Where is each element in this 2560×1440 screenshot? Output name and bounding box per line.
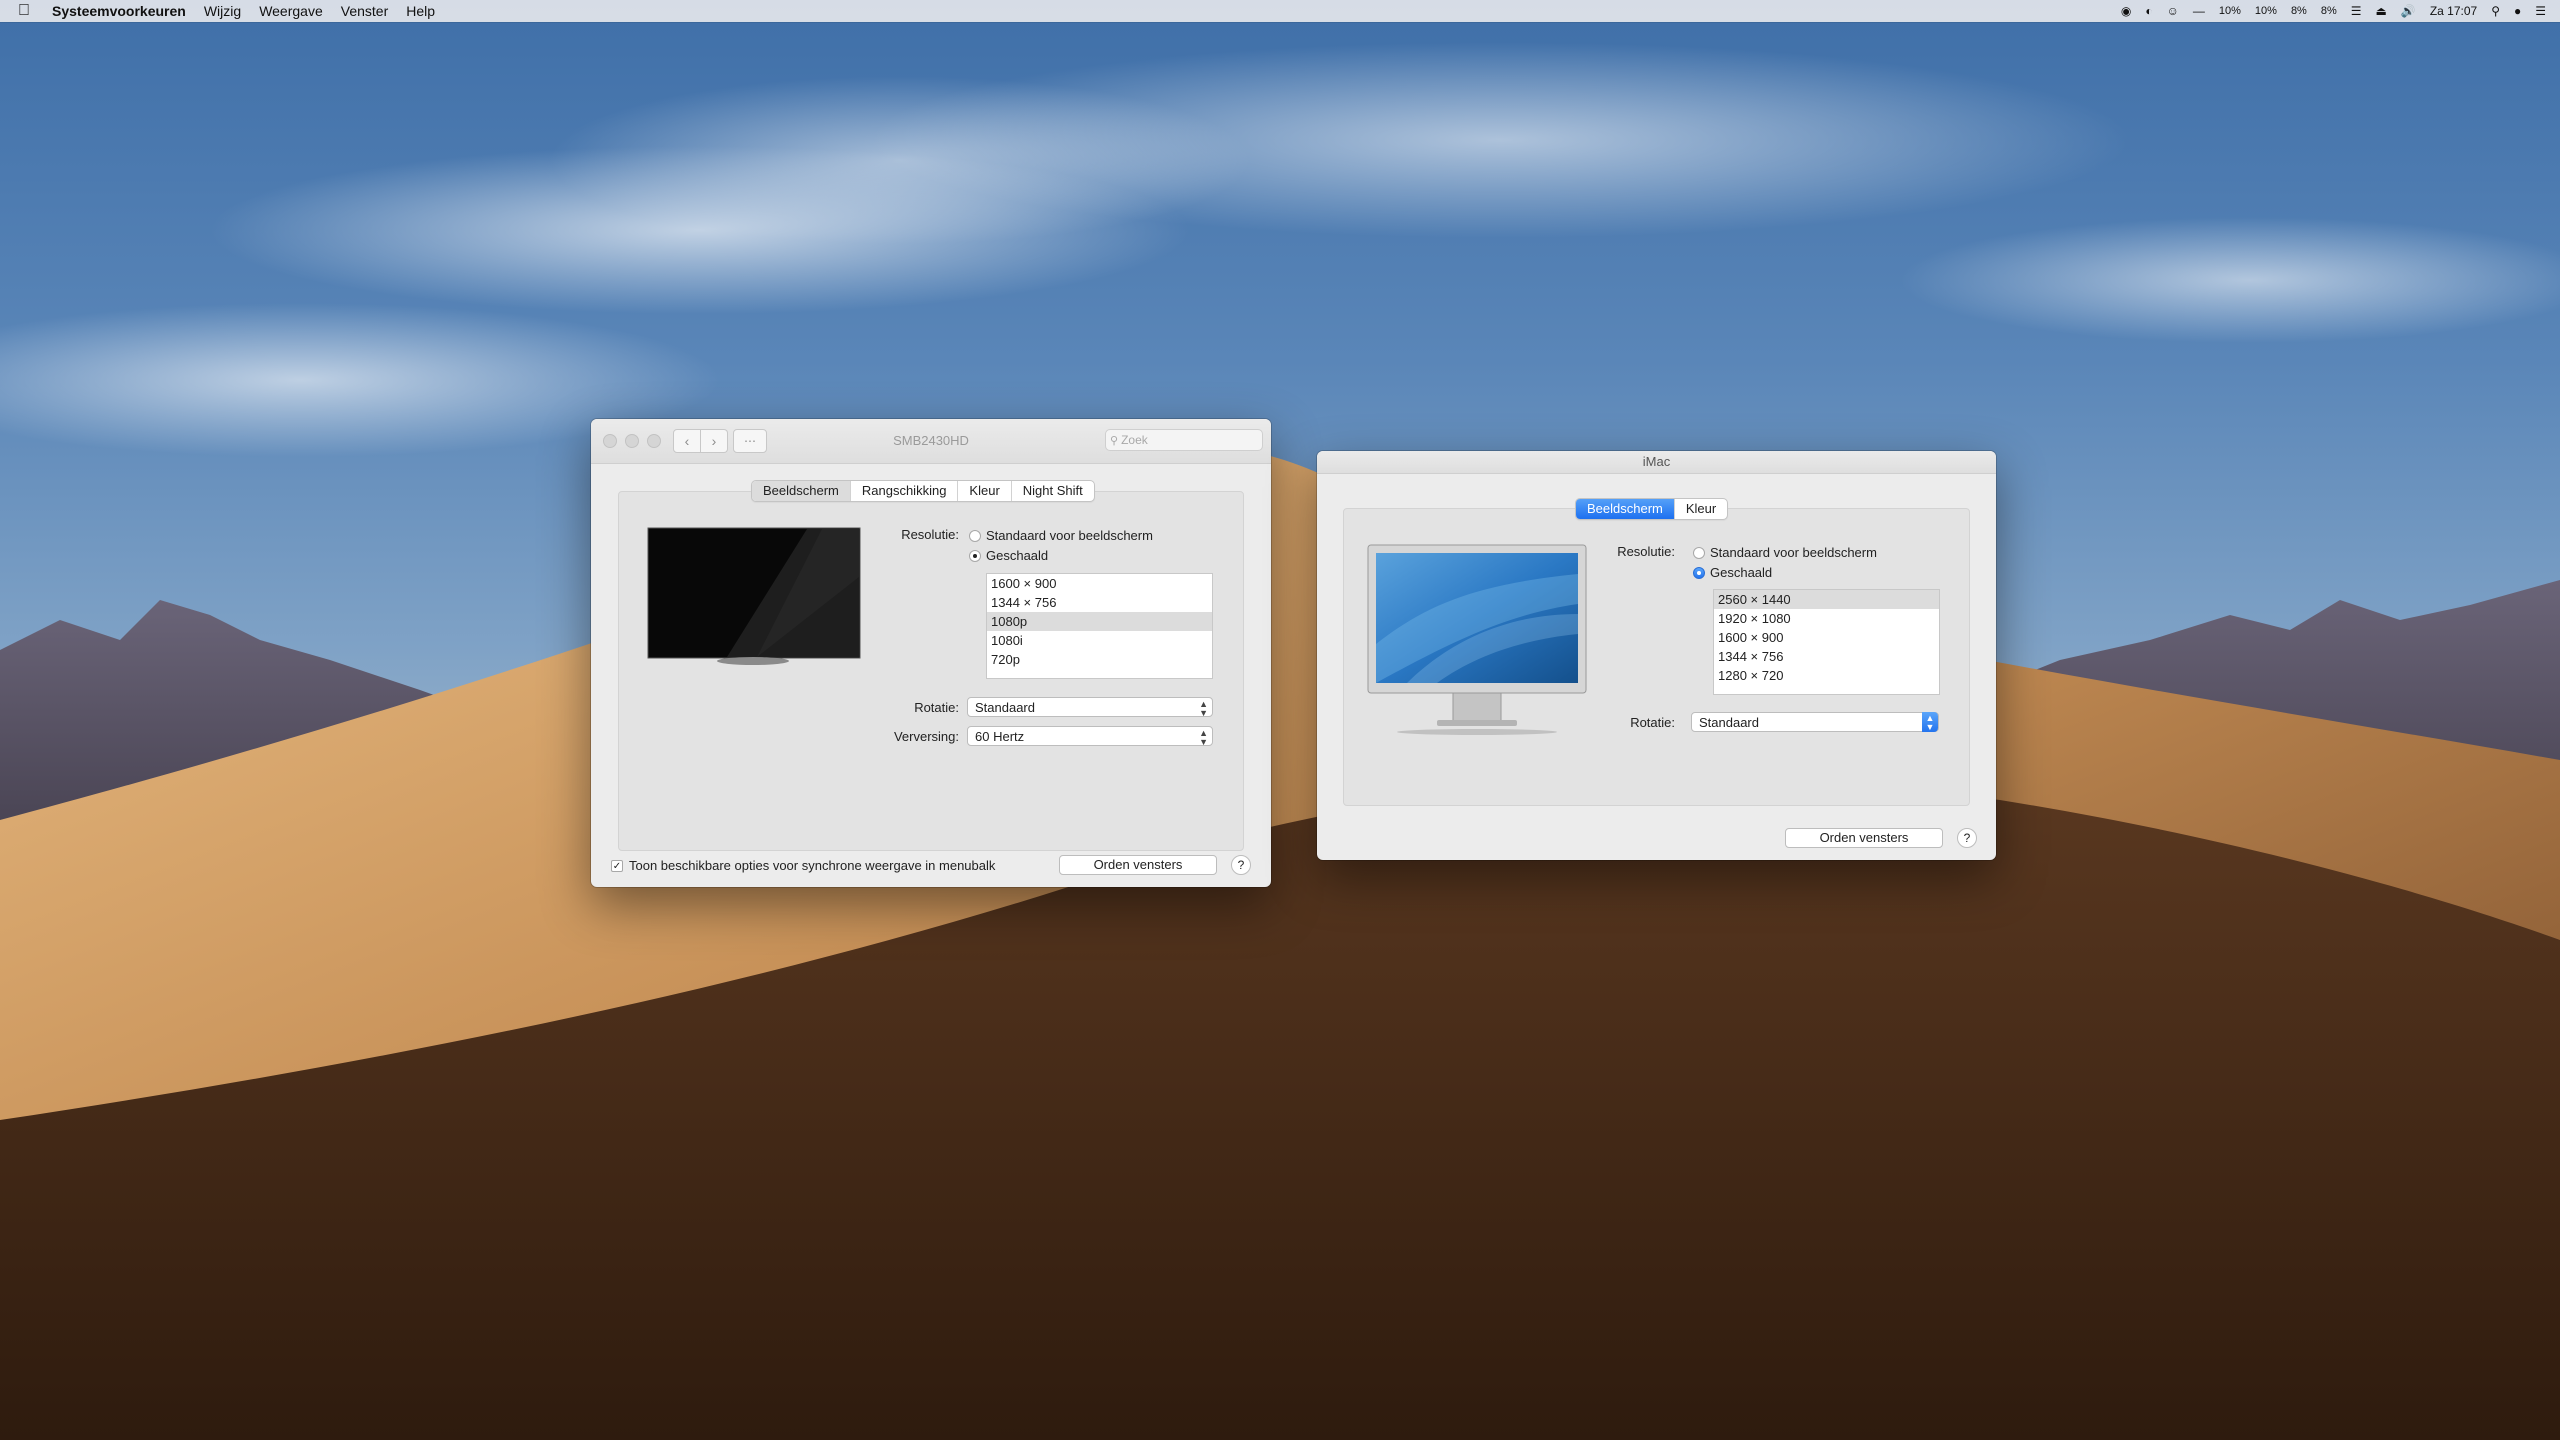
popup-arrows-icon: ▲ ▼ [1922, 712, 1938, 732]
tab-kleur[interactable]: Kleur [1673, 499, 1727, 519]
resolution-option[interactable]: 1280 × 720 [1714, 666, 1939, 685]
spotlight-search-icon[interactable]: ⚲ [2491, 4, 2500, 18]
eject-icon[interactable]: ⏏ [2376, 4, 2387, 18]
app-menu[interactable]: Systeemvoorkeuren [52, 3, 186, 19]
tab-kleur[interactable]: Kleur [957, 481, 1010, 501]
cpu-stat-1[interactable]: 10% [2219, 5, 2241, 17]
volume-icon[interactable]: 🔊 [2401, 4, 2416, 18]
menubar:  Systeemvoorkeuren Wijzig Weergave Vens… [0, 0, 2560, 22]
search-icon: ⚲ [1110, 434, 1119, 447]
external-monitor-image [647, 527, 861, 665]
screen-capture-icon[interactable]: ◉ [2121, 4, 2131, 18]
radio-default-button[interactable] [1693, 546, 1705, 559]
window-title: iMac [1642, 454, 1671, 469]
notification-center-icon[interactable]: ☰ [2535, 4, 2546, 18]
help-button[interactable]: ? [1957, 828, 1977, 848]
popup-arrows-icon: ▲ ▼ [1199, 699, 1208, 718]
resolution-list: 2560 × 1440 1920 × 1080 1600 × 900 1344 … [1713, 589, 1940, 695]
external-display-window: ‹ › ⋯ SMB2430HD ⚲ Zoek Beeldscherm Rangs… [591, 419, 1271, 887]
rotation-label: Rotatie: [1630, 715, 1675, 730]
resolution-list: 1600 × 900 1344 × 756 1080p 1080i 720p [986, 573, 1213, 679]
radio-scaled[interactable]: Geschaald [1693, 565, 1772, 580]
resolution-option[interactable]: 1344 × 756 [1714, 647, 1939, 666]
gather-windows-button[interactable]: Orden vensters [1785, 828, 1943, 848]
tab-bar: Beeldscherm Kleur [1575, 498, 1729, 520]
menu-help[interactable]: Help [406, 3, 435, 19]
resolution-label: Resolutie: [901, 527, 959, 542]
radio-default-label: Standaard voor beeldscherm [986, 528, 1153, 543]
cpu-stat-4[interactable]: 8% [2321, 5, 2337, 17]
cpu-stat-2[interactable]: 10% [2255, 5, 2277, 17]
refresh-rate-popup[interactable]: 60 Hertz ▲ ▼ [967, 726, 1213, 747]
gather-windows-button[interactable]: Orden vensters [1059, 855, 1217, 875]
search-placeholder: Zoek [1121, 433, 1148, 447]
refresh-label: Verversing: [893, 729, 959, 744]
rotation-value: Standaard [1699, 715, 1759, 730]
window-titlebar[interactable]: ‹ › ⋯ SMB2430HD ⚲ Zoek [591, 419, 1271, 464]
rotation-value: Standaard [975, 700, 1035, 715]
radio-default-for-display[interactable]: Standaard voor beeldscherm [1693, 545, 1877, 560]
radio-scaled-button[interactable] [969, 549, 981, 562]
radio-scaled-label: Geschaald [986, 548, 1049, 563]
status-menus: ◉ ◐ ☺ — 10% 10% 8% 8% ☰ ⏏ 🔊 Za 17:07 ⚲ ●… [2107, 0, 2546, 22]
search-field[interactable]: ⚲ Zoek [1105, 429, 1263, 451]
apple-logo-icon[interactable]:  [18, 2, 38, 20]
radio-scaled[interactable]: Geschaald [969, 548, 1048, 563]
checkbox-label: Toon beschikbare opties voor synchrone w… [629, 858, 996, 873]
tab-night-shift[interactable]: Night Shift [1010, 481, 1094, 501]
refresh-value: 60 Hertz [975, 729, 1025, 744]
rotation-label: Rotatie: [914, 700, 959, 715]
resolution-label: Resolutie: [1617, 544, 1675, 559]
rotation-popup[interactable]: Standaard ▲ ▼ [1691, 712, 1939, 732]
tab-rangschikking[interactable]: Rangschikking [849, 481, 958, 501]
tab-beeldscherm[interactable]: Beeldscherm [752, 481, 850, 501]
radio-scaled-button[interactable] [1693, 566, 1705, 579]
siri-icon[interactable]: ● [2514, 4, 2521, 18]
user-icon[interactable]: ☺ [2167, 4, 2179, 18]
checkbox-checked[interactable]: ✓ [611, 859, 623, 872]
cpu-stat-3[interactable]: 8% [2291, 5, 2307, 17]
radio-scaled-label: Geschaald [1710, 565, 1773, 580]
mirroring-options-checkbox[interactable]: ✓ Toon beschikbare opties voor synchrone… [611, 858, 995, 873]
menu-venster[interactable]: Venster [341, 3, 388, 19]
radio-default-button[interactable] [969, 529, 981, 542]
radio-default-for-display[interactable]: Standaard voor beeldscherm [969, 528, 1153, 543]
resolution-option-selected[interactable]: 2560 × 1440 [1714, 590, 1939, 609]
resolution-option[interactable]: 1600 × 900 [1714, 628, 1939, 647]
imac-monitor-image [1367, 544, 1587, 735]
resolution-option[interactable]: 1600 × 900 [987, 574, 1212, 593]
resolution-option[interactable]: 720p [987, 650, 1212, 669]
dash-icon[interactable]: — [2193, 4, 2205, 18]
imac-display-window: iMac Beeldscherm Kleur Resolutie: Standa… [1317, 451, 1996, 860]
desktop-wallpaper [0, 445, 2560, 1440]
menu-weergave[interactable]: Weergave [259, 3, 323, 19]
tab-beeldscherm[interactable]: Beeldscherm [1576, 499, 1674, 519]
radio-default-label: Standaard voor beeldscherm [1710, 545, 1877, 560]
resolution-option-selected[interactable]: 1080p [987, 612, 1212, 631]
wifi-icon[interactable]: ☰ [2351, 4, 2362, 18]
resolution-option[interactable]: 1080i [987, 631, 1212, 650]
resolution-option[interactable]: 1344 × 756 [987, 593, 1212, 612]
window-titlebar[interactable]: iMac [1317, 451, 1996, 474]
popup-arrows-icon: ▲ ▼ [1199, 728, 1208, 747]
clock[interactable]: Za 17:07 [2430, 4, 2477, 18]
help-button[interactable]: ? [1231, 855, 1251, 875]
resolution-option[interactable]: 1920 × 1080 [1714, 609, 1939, 628]
night-mode-icon[interactable]: ◐ [2145, 4, 2152, 18]
menu-wijzig[interactable]: Wijzig [204, 3, 241, 19]
tab-bar: Beeldscherm Rangschikking Kleur Night Sh… [751, 480, 1095, 502]
rotation-popup[interactable]: Standaard ▲ ▼ [967, 697, 1213, 718]
